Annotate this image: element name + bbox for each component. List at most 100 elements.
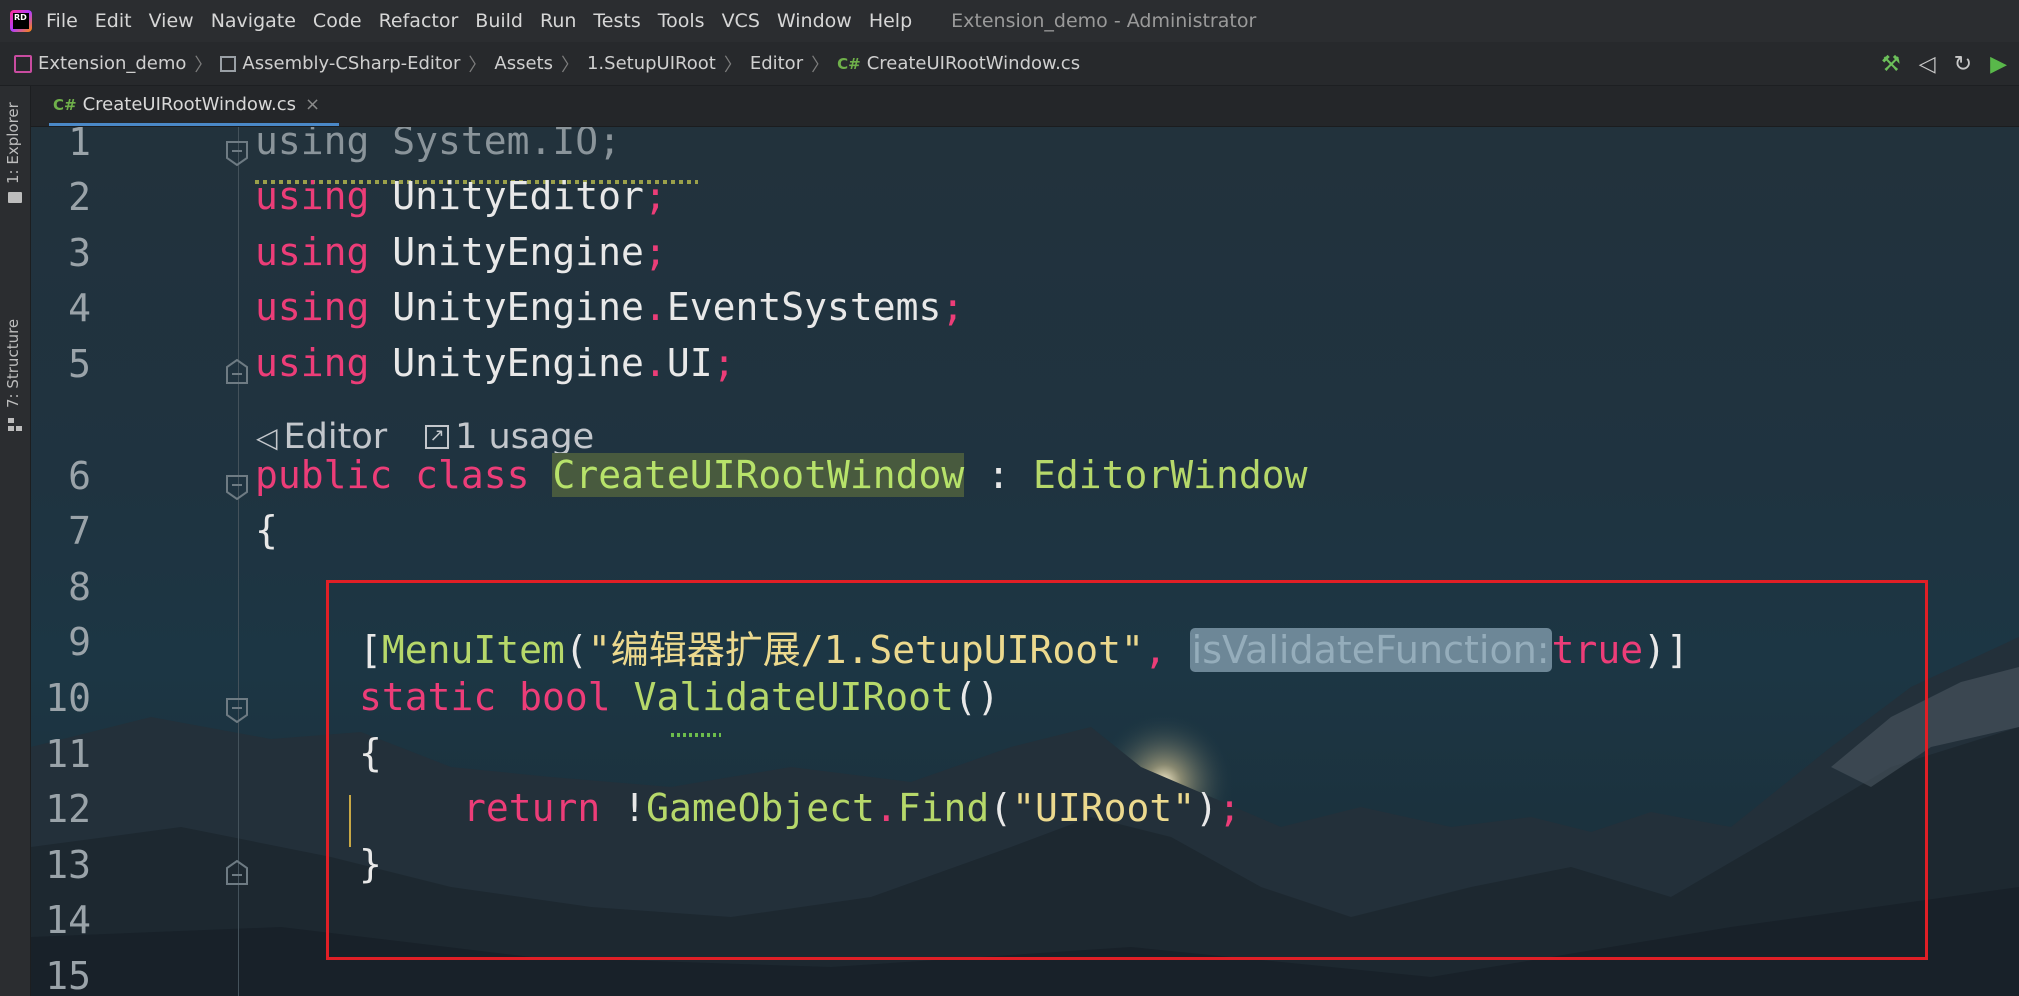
structure-icon (8, 416, 22, 431)
editor-tab-bar: C# CreateUIRootWindow.cs × (31, 86, 2019, 127)
structure-tool-button[interactable]: 7: Structure (4, 319, 22, 408)
keyword-true: true (1551, 628, 1644, 672)
string-literal: "编辑器扩展/1.SetupUIRoot" (587, 628, 1144, 672)
menu-file[interactable]: File (46, 10, 78, 32)
menu-tests[interactable]: Tests (593, 10, 640, 32)
base-class: EditorWindow (1032, 453, 1308, 497)
keyword-static: static (359, 675, 497, 719)
namespace: UnityEngine (369, 285, 644, 329)
tab-create-ui-root-window[interactable]: C# CreateUIRootWindow.cs × (49, 86, 339, 126)
line-number: 14 (45, 898, 91, 942)
namespace: UnityEngine (369, 230, 644, 274)
line-number: 1 (68, 127, 91, 164)
menu-bar: RD File Edit View Navigate Code Refactor… (0, 0, 2019, 42)
explorer-tool-button[interactable]: 1: Explorer (4, 102, 22, 184)
fold-collapse-icon[interactable] (224, 697, 250, 723)
navigation-bar: Extension_demo 〉 Assembly-CSharp-Editor … (0, 42, 2019, 86)
menu-vcs[interactable]: VCS (722, 10, 760, 32)
open-brace: { (359, 731, 382, 775)
unity-icon[interactable]: ◁ (1919, 52, 1936, 77)
menu-refactor[interactable]: Refactor (379, 10, 459, 32)
menu-tools[interactable]: Tools (658, 10, 705, 32)
fold-end-icon[interactable] (224, 860, 250, 886)
dot: . (874, 786, 898, 830)
line-number: 12 (45, 787, 91, 831)
rider-logo-icon: RD (10, 10, 32, 32)
dot: . (643, 341, 667, 385)
line-number: 3 (68, 231, 91, 275)
semicolon: ; (643, 230, 667, 274)
fold-collapse-icon[interactable] (224, 140, 250, 166)
namespace: UI (666, 341, 713, 385)
code-line-3: using UnityEngine; (255, 230, 667, 274)
method-call: Find (897, 786, 990, 830)
line-number: 8 (68, 565, 91, 609)
csharp-file-icon: C# (53, 95, 77, 114)
usages-link-icon: ↗ (425, 425, 450, 449)
menu-help[interactable]: Help (869, 10, 912, 32)
type-name: GameObject (646, 786, 875, 830)
build-hammer-icon[interactable]: ⚒ (1881, 52, 1901, 77)
semicolon: ; (1218, 786, 1241, 830)
fold-end-icon[interactable] (224, 359, 250, 385)
code-lens: ◁ Editor ↗ 1 usage (256, 417, 594, 457)
keyword-using: using (255, 341, 370, 385)
open-brace: { (255, 508, 278, 552)
keyword-using: using (255, 127, 370, 163)
breadcrumb-separator-icon: 〉 (194, 54, 213, 76)
paren: ( (989, 786, 1013, 830)
keyword-class: class (415, 453, 530, 497)
fold-collapse-icon[interactable] (224, 474, 250, 500)
breadcrumb-setup-folder[interactable]: 1.SetupUIRoot (587, 53, 716, 74)
bracket: )] (1643, 628, 1689, 672)
unity-attach-icon[interactable]: ↻ (1954, 52, 1972, 77)
code-line-13: } (359, 842, 382, 886)
project-icon (14, 54, 32, 73)
keyword-using: using (255, 174, 370, 218)
keyword-using: using (255, 285, 370, 329)
menu-navigate[interactable]: Navigate (211, 10, 296, 32)
namespace: EventSystems (666, 285, 942, 329)
menu-code[interactable]: Code (313, 10, 362, 32)
code-line-4: using UnityEngine.EventSystems; (255, 285, 964, 329)
paren: ) (1195, 786, 1219, 830)
method-name: ValidateUIRoot (633, 675, 954, 719)
line-number: 13 (45, 843, 91, 887)
line-number: 5 (68, 342, 91, 386)
menu-run[interactable]: Run (540, 10, 576, 32)
tab-label: CreateUIRootWindow.cs (82, 94, 296, 115)
close-brace: } (359, 842, 382, 886)
breadcrumb-assets[interactable]: Assets (494, 53, 553, 74)
menu-window[interactable]: Window (777, 10, 852, 32)
code-editor[interactable]: 1 2 3 4 5 6 7 8 9 10 11 12 13 14 15 usin… (31, 127, 2019, 996)
line-number: 10 (45, 676, 91, 720)
string-literal: "UIRoot" (1012, 786, 1196, 830)
dot: . (643, 285, 667, 329)
window-title: Extension_demo - Administrator (951, 10, 1257, 32)
semicolon: ; (941, 285, 965, 329)
codelens-usages-label[interactable]: 1 usage (455, 417, 594, 457)
codelens-editor-label[interactable]: Editor (284, 417, 388, 457)
menu-build[interactable]: Build (475, 10, 523, 32)
breadcrumb-assembly[interactable]: Assembly-CSharp-Editor (242, 53, 460, 74)
attribute-name: MenuItem (381, 628, 565, 672)
line-number: 2 (68, 175, 91, 219)
menu-edit[interactable]: Edit (95, 10, 132, 32)
close-icon[interactable]: × (305, 94, 320, 115)
breadcrumb-file[interactable]: CreateUIRootWindow.cs (867, 53, 1080, 74)
menu-view[interactable]: View (149, 10, 194, 32)
breadcrumb-editor-folder[interactable]: Editor (750, 53, 803, 74)
keyword-public: public (255, 453, 393, 497)
parameter-hint: isValidateFunction: (1189, 628, 1552, 672)
semicolon: ; (712, 341, 736, 385)
keyword-using: using (255, 230, 370, 274)
parens: () (953, 675, 1000, 719)
keyword-bool: bool (519, 675, 611, 719)
breadcrumb-project[interactable]: Extension_demo (38, 53, 186, 74)
namespace: UnityEngine (369, 341, 644, 385)
run-icon[interactable]: ▶ (1990, 52, 2007, 77)
breadcrumb: Extension_demo 〉 Assembly-CSharp-Editor … (0, 51, 1080, 77)
run-toolbar: ⚒ ◁ ↻ ▶ (1881, 42, 2007, 86)
scope-indicator (349, 795, 351, 847)
bracket: [ (359, 628, 382, 672)
